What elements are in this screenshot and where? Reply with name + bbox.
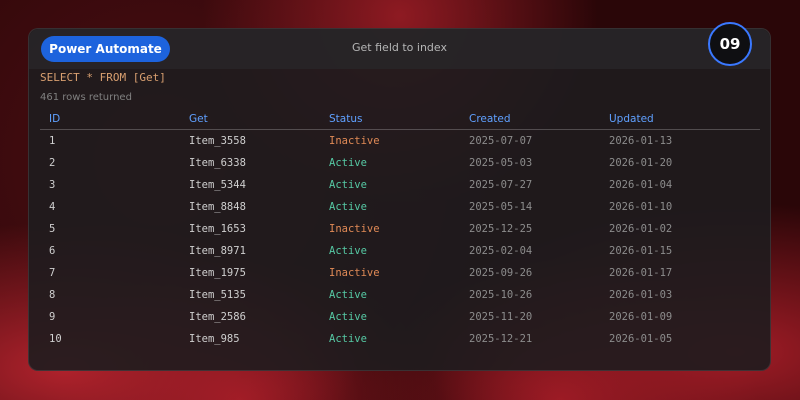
id-cell: 5 — [49, 223, 56, 235]
table-row[interactable]: 8 Item_5135 Active 2025-10-26 2026-01-03 — [40, 284, 760, 306]
get-cell: Item_2586 — [189, 311, 246, 323]
updated-cell: 2026-01-04 — [609, 179, 673, 191]
column-header-status[interactable]: Status — [320, 109, 460, 130]
get-cell: Item_8971 — [189, 245, 246, 257]
table-row[interactable]: 5 Item_1653 Inactive 2025-12-25 2026-01-02 — [40, 218, 760, 240]
id-cell: 9 — [49, 311, 56, 323]
status-cell: Active — [329, 333, 367, 345]
created-cell: 2025-09-26 — [469, 267, 533, 279]
id-cell: 3 — [49, 179, 56, 191]
updated-cell: 2026-01-20 — [609, 157, 673, 169]
table-header-row: ID Get Status Created Updated — [40, 109, 760, 130]
row-count-label: 461 rows returned — [40, 92, 132, 103]
updated-cell: 2026-01-09 — [609, 311, 673, 323]
table-row[interactable]: 2 Item_6338 Active 2025-05-03 2026-01-20 — [40, 152, 760, 174]
get-cell: Item_985 — [189, 333, 240, 345]
updated-cell: 2026-01-02 — [609, 223, 673, 235]
page-title: Get field to index — [352, 41, 447, 54]
updated-cell: 2026-01-03 — [609, 289, 673, 301]
column-header-id[interactable]: ID — [40, 109, 180, 130]
updated-cell: 2026-01-15 — [609, 245, 673, 257]
id-cell: 4 — [49, 201, 56, 213]
get-cell: Item_5344 — [189, 179, 246, 191]
created-cell: 2025-12-25 — [469, 223, 533, 235]
table-body: 1 Item_3558 Inactive 2025-07-07 2026-01-13 2 I… — [40, 130, 760, 351]
created-cell: 2025-12-21 — [469, 333, 533, 345]
get-cell: Item_6338 — [189, 157, 246, 169]
column-header-created[interactable]: Created — [460, 109, 600, 130]
column-header-get[interactable]: Get — [180, 109, 320, 130]
created-cell: 2025-07-07 — [469, 135, 533, 147]
created-cell: 2025-10-26 — [469, 289, 533, 301]
table-row[interactable]: 6 Item_8971 Active 2025-02-04 2026-01-15 — [40, 240, 760, 262]
status-cell: Inactive — [329, 135, 380, 147]
results-table: ID Get Status Created Updated 1 Item_3558… — [40, 109, 760, 350]
status-cell: Inactive — [329, 267, 380, 279]
query-panel: Power Automate Get field to index 09 SEL… — [28, 22, 771, 371]
status-cell: Active — [329, 289, 367, 301]
status-cell: Active — [329, 201, 367, 213]
id-cell: 1 — [49, 135, 56, 147]
created-cell: 2025-11-20 — [469, 311, 533, 323]
table-row[interactable]: 4 Item_8848 Active 2025-05-14 2026-01-10 — [40, 196, 760, 218]
step-number-badge: 09 — [708, 22, 752, 66]
id-cell: 8 — [49, 289, 56, 301]
updated-cell: 2026-01-05 — [609, 333, 673, 345]
status-cell: Active — [329, 179, 367, 191]
sql-query-text: SELECT * FROM [Get] — [40, 71, 166, 84]
status-cell: Active — [329, 245, 367, 257]
created-cell: 2025-02-04 — [469, 245, 533, 257]
table-row[interactable]: 3 Item_5344 Active 2025-07-27 2026-01-04 — [40, 174, 760, 196]
id-cell: 6 — [49, 245, 56, 257]
table-row[interactable]: 9 Item_2586 Active 2025-11-20 2026-01-09 — [40, 306, 760, 328]
get-cell: Item_8848 — [189, 201, 246, 213]
table-row[interactable]: 10 Item_985 Active 2025-12-21 2026-01-05 — [40, 328, 760, 350]
id-cell: 2 — [49, 157, 56, 169]
get-cell: Item_5135 — [189, 289, 246, 301]
updated-cell: 2026-01-10 — [609, 201, 673, 213]
created-cell: 2025-05-14 — [469, 201, 533, 213]
get-cell: Item_1653 — [189, 223, 246, 235]
created-cell: 2025-07-27 — [469, 179, 533, 191]
created-cell: 2025-05-03 — [469, 157, 533, 169]
updated-cell: 2026-01-17 — [609, 267, 673, 279]
status-cell: Active — [329, 157, 367, 169]
status-cell: Inactive — [329, 223, 380, 235]
id-cell: 7 — [49, 267, 56, 279]
get-cell: Item_3558 — [189, 135, 246, 147]
table-row[interactable]: 7 Item_1975 Inactive 2025-09-26 2026-01-17 — [40, 262, 760, 284]
column-header-updated[interactable]: Updated — [600, 109, 760, 130]
get-cell: Item_1975 — [189, 267, 246, 279]
updated-cell: 2026-01-13 — [609, 135, 673, 147]
panel-header: Power Automate Get field to index 09 — [29, 22, 770, 69]
id-cell: 10 — [49, 333, 62, 345]
status-cell: Active — [329, 311, 367, 323]
table-row[interactable]: 1 Item_3558 Inactive 2025-07-07 2026-01-13 — [40, 130, 760, 153]
